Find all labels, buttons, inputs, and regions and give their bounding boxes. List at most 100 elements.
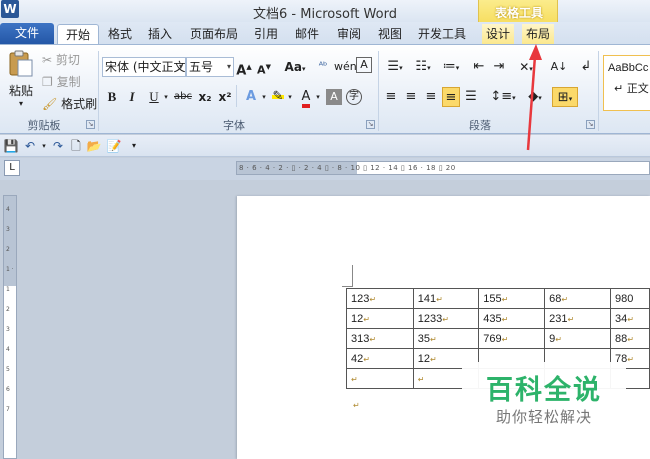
paste-dropdown-icon[interactable]: ▾ <box>4 99 38 108</box>
chevron-down-icon[interactable]: ▾ <box>286 87 294 107</box>
paragraph-launcher-icon[interactable]: ↘ <box>586 120 595 129</box>
cell-mark-icon: ↵ <box>627 334 634 344</box>
copy-button[interactable]: ❐ 复制 <box>42 73 81 90</box>
bullets-icon[interactable]: ☰▾ <box>382 57 408 77</box>
clipboard-group-label: 剪贴板 <box>27 119 61 132</box>
group-separator <box>598 51 599 131</box>
chevron-down-icon[interactable]: ▾ <box>314 87 322 107</box>
line-spacing-icon[interactable]: ↕≡▾ <box>490 87 516 107</box>
horizontal-ruler[interactable]: 8 · 6 · 4 · 2 · ▯ · 2 · 4 ▯ · 8 · 10 ▯ 1… <box>236 161 650 175</box>
tab-view[interactable]: 视图 <box>374 24 406 44</box>
font-color-icon[interactable]: A <box>298 87 314 108</box>
justify-icon[interactable]: ≡ <box>442 87 460 107</box>
multilevel-list-icon[interactable]: ≔▾ <box>438 57 464 77</box>
font-name-combo[interactable]: 宋体 (中文正文 ▾ <box>102 57 186 77</box>
show-marks-icon[interactable]: ↲ <box>578 57 594 77</box>
customize-qat-icon[interactable]: ▾ <box>126 138 142 154</box>
font-size-combo[interactable]: 五号 ▾ <box>186 57 234 77</box>
italic-button[interactable]: I <box>124 87 140 107</box>
table-cell[interactable]: 155↵ <box>478 288 546 309</box>
borders-icon[interactable]: ⊞▾ <box>552 87 578 107</box>
cell-text: 1233 <box>417 312 443 325</box>
tab-layout[interactable]: 布局 <box>522 24 554 44</box>
tab-mailings[interactable]: 邮件 <box>291 24 323 44</box>
format-painter-button[interactable]: 🖌 格式刷 <box>42 95 97 112</box>
underline-button[interactable]: U <box>146 87 162 107</box>
align-left-icon[interactable]: ≡ <box>382 87 400 107</box>
redo-icon[interactable]: ↷ <box>50 138 66 154</box>
scissors-icon: ✂ <box>42 53 53 67</box>
tab-format[interactable]: 格式 <box>104 24 136 44</box>
cell-text: 12 <box>417 352 431 365</box>
bold-button[interactable]: B <box>104 87 120 107</box>
change-case-button[interactable]: Aa▾ <box>282 57 308 77</box>
text-effects-icon[interactable]: A <box>242 87 260 107</box>
clear-format-icon[interactable]: ᴬᵇ <box>314 57 332 77</box>
tab-selector-icon[interactable]: L <box>4 160 20 176</box>
char-shading-icon[interactable]: A <box>326 89 342 105</box>
table-cell[interactable]: ↵ <box>346 368 414 389</box>
enclose-char-icon[interactable]: 字 <box>346 89 362 105</box>
chevron-down-icon[interactable]: ▾ <box>260 87 268 107</box>
cut-button[interactable]: ✂ 剪切 <box>42 51 80 68</box>
copy-label: 复制 <box>56 75 81 89</box>
context-group-title: 表格工具 <box>494 6 543 20</box>
numbering-icon[interactable]: ☷▾ <box>410 57 436 77</box>
phonetic-guide-icon[interactable]: wén <box>334 57 357 77</box>
clipboard-launcher-icon[interactable]: ↘ <box>86 120 95 129</box>
open-folder-icon[interactable]: 📂 <box>86 138 102 154</box>
tab-design[interactable]: 设计 <box>482 24 514 44</box>
superscript-button[interactable]: x² <box>216 87 234 107</box>
char-border-icon[interactable]: A <box>356 57 372 73</box>
cell-text: 980 <box>615 292 634 305</box>
font-launcher-icon[interactable]: ↘ <box>366 120 375 129</box>
tab-file[interactable]: 文件 <box>0 23 54 44</box>
style-normal[interactable]: AaBbCc ↵ 正文 <box>603 55 650 111</box>
edit-icon[interactable]: 📝 <box>106 138 122 154</box>
tab-developer[interactable]: 开发工具 <box>414 24 470 44</box>
tab-page-layout[interactable]: 页面布局 <box>186 24 242 44</box>
table-cell[interactable]: 231↵ <box>544 308 612 329</box>
grow-font-button[interactable]: A▲ <box>236 57 252 78</box>
table-cell[interactable]: 123↵ <box>346 288 414 309</box>
paste-label: 粘贴 <box>8 84 33 98</box>
subscript-button[interactable]: x₂ <box>196 87 214 107</box>
sort-icon[interactable]: A↓ <box>550 57 568 77</box>
table-cell[interactable]: 42↵ <box>346 348 414 369</box>
table-cell[interactable]: 12↵ <box>346 308 414 329</box>
align-right-icon[interactable]: ≡ <box>422 87 440 107</box>
group-separator <box>378 51 379 131</box>
watermark-subtitle: 助你轻松解决 <box>495 408 592 426</box>
table-cell[interactable]: 88↵ <box>610 328 650 349</box>
tab-references[interactable]: 引用 <box>250 24 282 44</box>
cell-mark-icon: ↵ <box>627 354 634 364</box>
tab-insert[interactable]: 插入 <box>144 24 176 44</box>
increase-indent-icon[interactable]: ⇥ <box>490 57 508 77</box>
table-cell[interactable]: 34↵ <box>610 308 650 329</box>
highlight-icon[interactable]: ✎ <box>270 87 286 107</box>
table-cell[interactable]: 9↵ <box>544 328 612 349</box>
chinese-layout-icon[interactable]: ✕▾ <box>514 57 538 77</box>
table-cell[interactable]: 980 <box>610 288 650 309</box>
new-document-icon[interactable]: 🗋 <box>68 138 84 154</box>
tab-home[interactable]: 开始 <box>57 24 99 44</box>
shrink-font-button[interactable]: A▼ <box>256 57 272 77</box>
vertical-ruler[interactable]: 4 3 2 1 · 1 2 3 4 5 6 7 <box>3 195 17 459</box>
underline-dropdown-icon[interactable]: ▾ <box>162 87 170 107</box>
strikethrough-button[interactable]: abc <box>172 87 194 107</box>
table-cell[interactable]: 35↵ <box>412 328 480 349</box>
table-cell[interactable]: 435↵ <box>478 308 546 329</box>
table-cell[interactable]: 141↵ <box>412 288 480 309</box>
paste-button[interactable]: 粘贴 ▾ <box>4 49 38 109</box>
tab-review[interactable]: 审阅 <box>333 24 365 44</box>
table-cell[interactable]: 68↵ <box>544 288 612 309</box>
save-icon[interactable]: 💾 <box>3 138 19 154</box>
shading-icon[interactable]: ◆▾ <box>522 87 548 107</box>
table-cell[interactable]: 313↵ <box>346 328 414 349</box>
decrease-indent-icon[interactable]: ⇤ <box>470 57 488 77</box>
distributed-icon[interactable]: ☰ <box>462 87 480 107</box>
table-cell[interactable]: 769↵ <box>478 328 546 349</box>
cell-text: 12 <box>351 312 364 325</box>
align-center-icon[interactable]: ≡ <box>402 87 420 107</box>
table-cell[interactable]: 1233↵ <box>412 308 480 329</box>
